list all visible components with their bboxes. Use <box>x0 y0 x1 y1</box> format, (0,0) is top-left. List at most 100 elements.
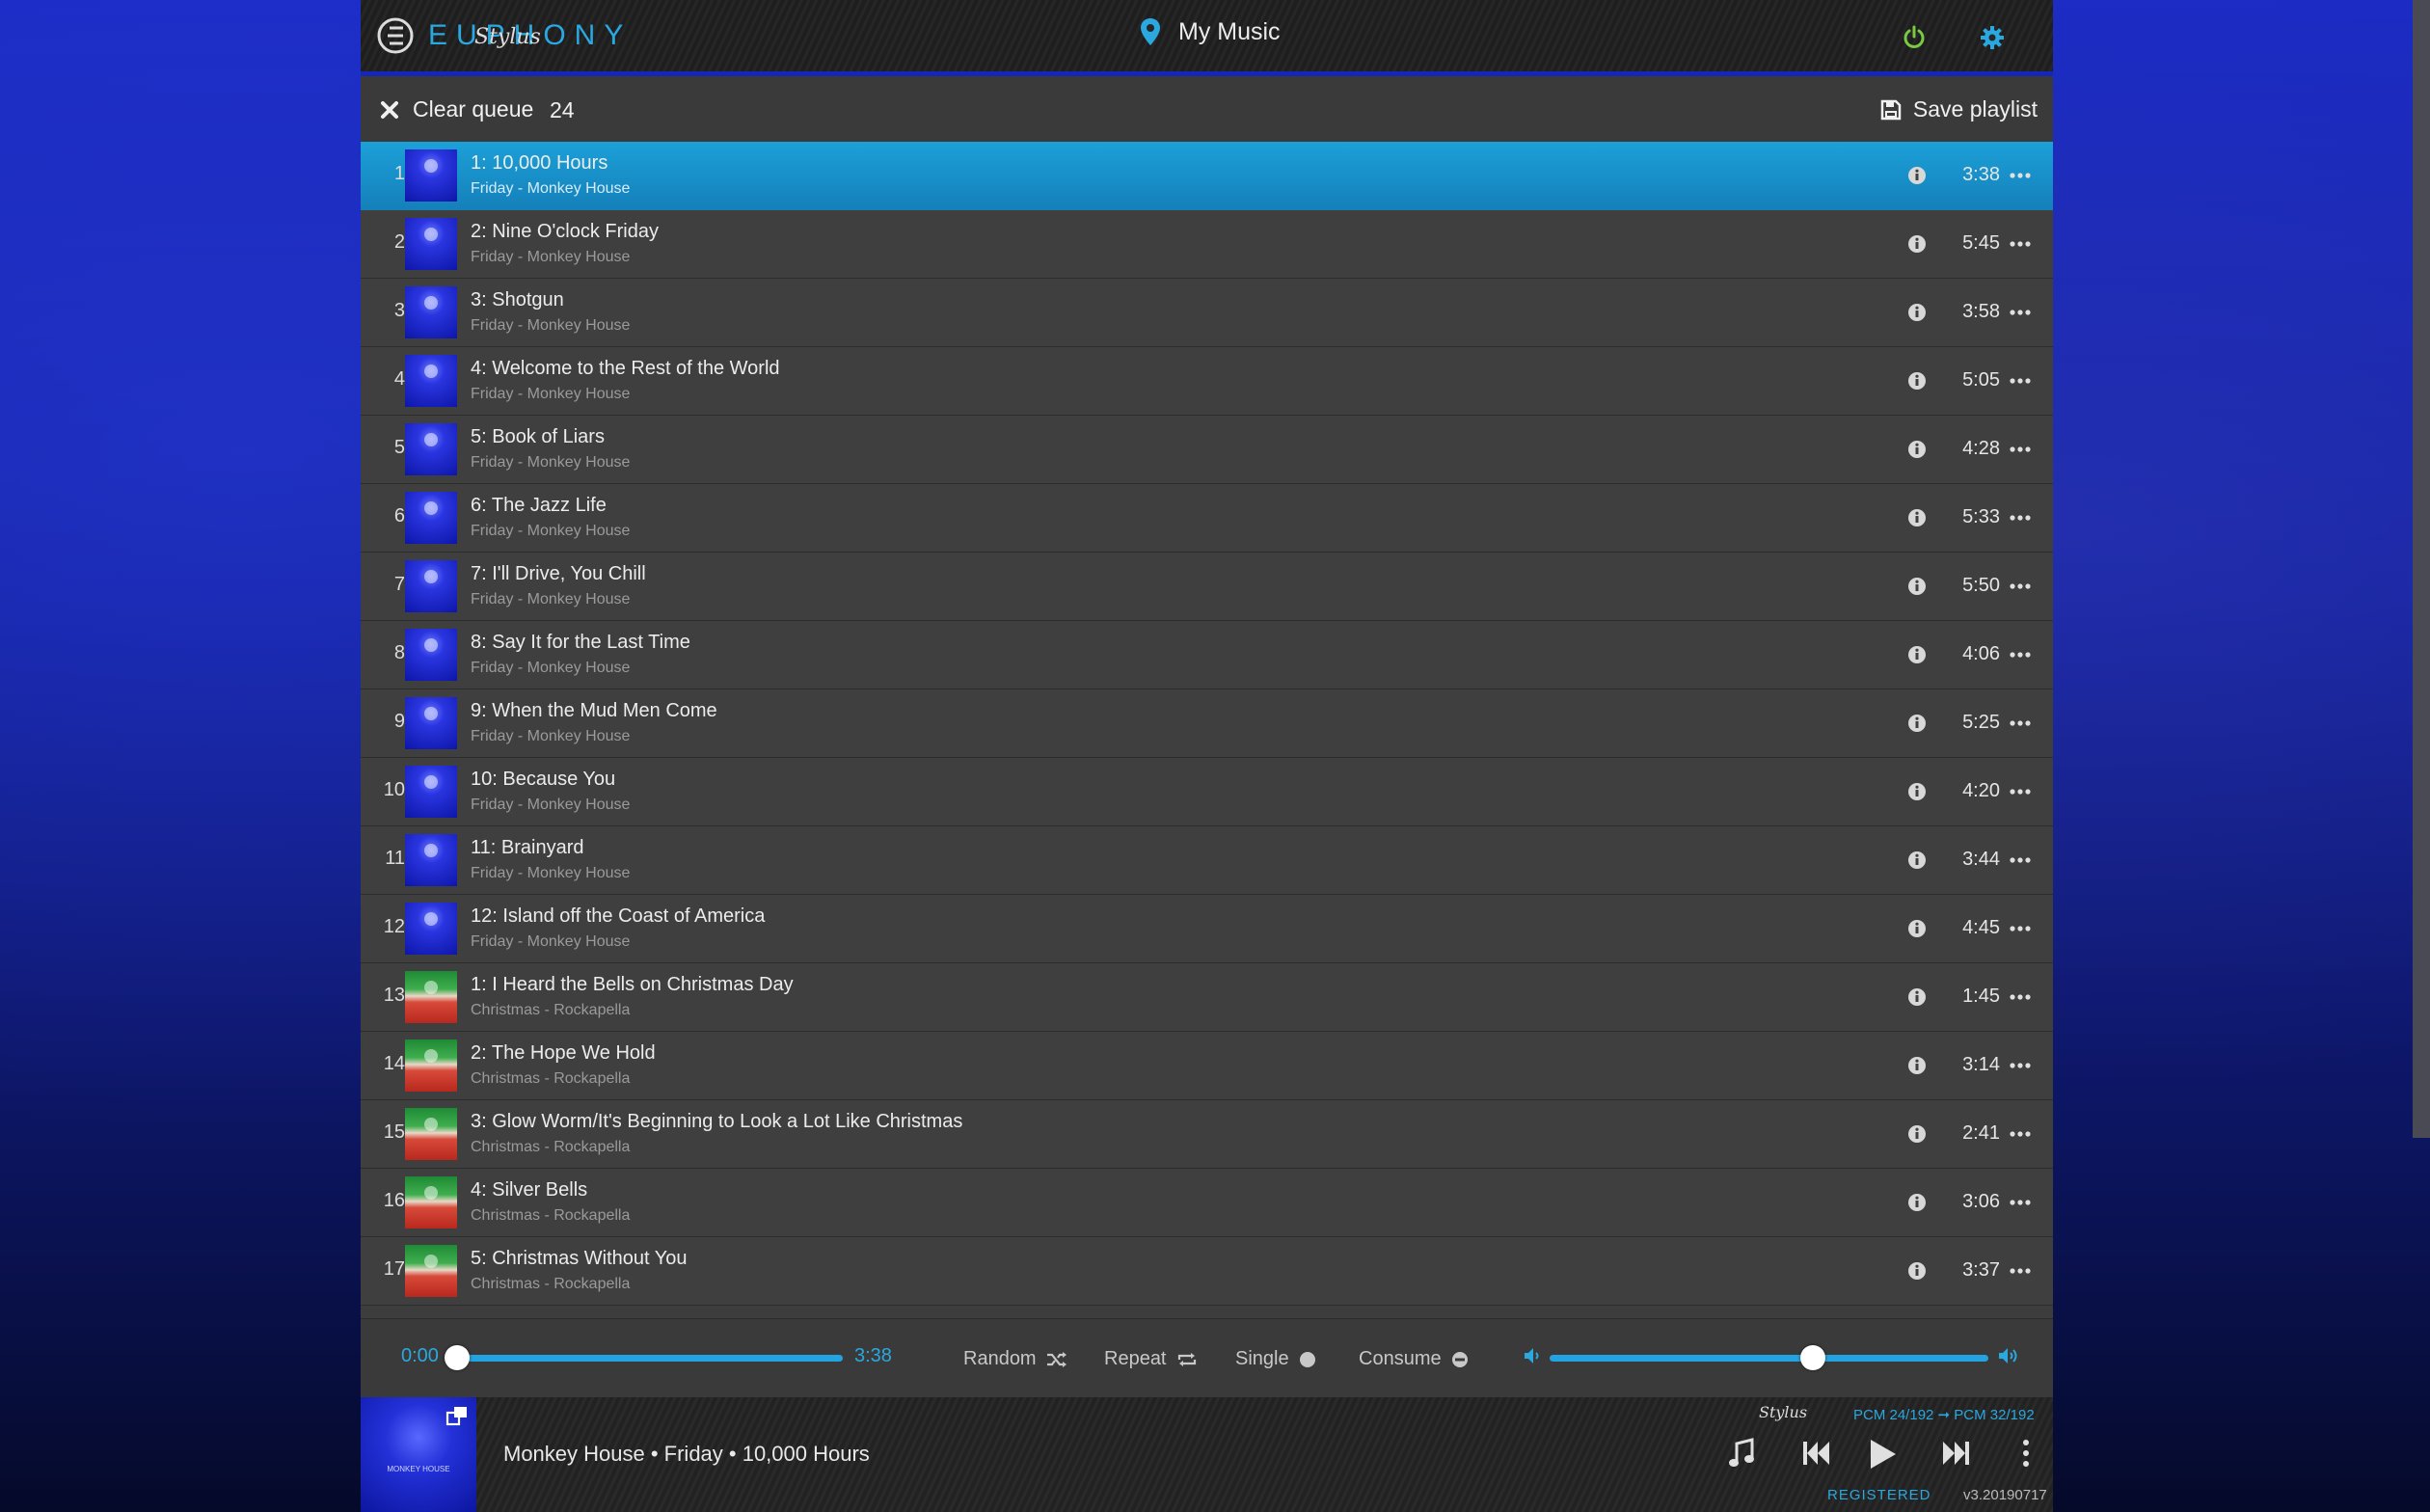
queue-row[interactable]: 7 7: I'll Drive, You Chill Friday - Monkey… <box>361 553 2053 621</box>
volume-low-icon[interactable] <box>1523 1345 1544 1366</box>
track-subtitle: Christmas - Rockapella <box>471 1139 631 1155</box>
queue-row[interactable]: 17 5: Christmas Without You Christmas - Ro… <box>361 1237 2053 1306</box>
queue-row[interactable]: 16 4: Silver Bells Christmas - Rockapella 3… <box>361 1169 2053 1237</box>
album-art <box>405 1176 457 1228</box>
random-toggle[interactable]: Random <box>963 1348 1067 1370</box>
row-number: 14 <box>383 1053 405 1074</box>
consume-toggle[interactable]: Consume <box>1359 1348 1469 1370</box>
row-number: 17 <box>383 1258 405 1280</box>
more-icon[interactable] <box>2010 856 2031 864</box>
info-icon[interactable] <box>1907 645 1927 664</box>
album-art <box>405 903 457 955</box>
kebab-icon[interactable] <box>2021 1438 2031 1469</box>
location-label: My Music <box>1178 17 1281 45</box>
queue-row[interactable]: 14 2: The Hope We Hold Christmas - Rockape… <box>361 1032 2053 1100</box>
queue-row[interactable]: 12 12: Island off the Coast of America Fri… <box>361 895 2053 963</box>
more-icon[interactable] <box>2010 1062 2031 1069</box>
queue-row[interactable]: 15 3: Glow Worm/It's Beginning to Look a … <box>361 1100 2053 1169</box>
track-subtitle: Friday - Monkey House <box>471 728 631 744</box>
row-number: 6 <box>393 505 405 526</box>
version-label: v3.20190717 <box>1963 1487 2047 1503</box>
more-icon[interactable] <box>2010 1267 2031 1275</box>
more-icon[interactable] <box>2010 651 2031 659</box>
queue-count: 24 <box>550 97 575 122</box>
more-icon[interactable] <box>2010 925 2031 932</box>
info-icon[interactable] <box>1907 577 1927 596</box>
more-icon[interactable] <box>2010 993 2031 1001</box>
queue-row[interactable]: 2 2: Nine O'clock Friday Friday - Monkey H… <box>361 210 2053 279</box>
info-icon[interactable] <box>1907 919 1927 938</box>
volume-bar[interactable] <box>1550 1355 1988 1362</box>
track-duration: 3:58 <box>1962 301 2000 322</box>
save-playlist-button[interactable]: Save playlist <box>1880 96 2038 122</box>
repeat-toggle[interactable]: Repeat <box>1104 1348 1198 1370</box>
play-icon[interactable] <box>1867 1438 1898 1471</box>
info-icon[interactable] <box>1907 303 1927 322</box>
row-number: 12 <box>383 916 405 937</box>
volume-handle[interactable] <box>1800 1345 1825 1370</box>
album-art <box>405 149 457 202</box>
next-icon[interactable] <box>1941 1438 1972 1469</box>
info-icon[interactable] <box>1907 371 1927 391</box>
track-duration: 4:06 <box>1962 643 2000 664</box>
info-icon[interactable] <box>1907 1056 1927 1075</box>
more-icon[interactable] <box>2010 1130 2031 1138</box>
info-icon[interactable] <box>1907 166 1927 185</box>
queue-row[interactable]: 1 1: 10,000 Hours Friday - Monkey House 3:3… <box>361 142 2053 210</box>
album-art <box>405 492 457 544</box>
more-icon[interactable] <box>2010 719 2031 727</box>
queue-row[interactable]: 9 9: When the Mud Men Come Friday - Monkey… <box>361 689 2053 758</box>
info-icon[interactable] <box>1907 508 1927 527</box>
more-icon[interactable] <box>2010 788 2031 796</box>
info-icon[interactable] <box>1907 234 1927 254</box>
queue-row[interactable]: 11 11: Brainyard Friday - Monkey House 3:44 <box>361 826 2053 895</box>
volume-high-icon[interactable] <box>1997 1345 2020 1366</box>
more-icon[interactable] <box>2010 514 2031 522</box>
seek-bar[interactable] <box>457 1355 843 1362</box>
track-subtitle: Christmas - Rockapella <box>471 1276 631 1292</box>
more-icon[interactable] <box>2010 240 2031 248</box>
more-icon[interactable] <box>2010 309 2031 316</box>
queue-row[interactable]: 4 4: Welcome to the Rest of the World Frid… <box>361 347 2053 416</box>
more-icon[interactable] <box>2010 446 2031 453</box>
row-number: 5 <box>393 437 405 458</box>
track-duration: 5:50 <box>1962 575 2000 596</box>
track-title: 12: Island off the Coast of America <box>471 905 766 927</box>
info-icon[interactable] <box>1907 987 1927 1007</box>
page-scrollbar[interactable] <box>2413 0 2430 1138</box>
seek-handle[interactable] <box>445 1345 470 1370</box>
close-icon <box>381 100 398 119</box>
queue-list[interactable]: 1 1: 10,000 Hours Friday - Monkey House 3:3… <box>361 142 2053 1318</box>
info-icon[interactable] <box>1907 714 1927 733</box>
queue-row[interactable]: 3 3: Shotgun Friday - Monkey House 3:58 <box>361 279 2053 347</box>
logo-script: Stylus <box>474 25 541 49</box>
more-icon[interactable] <box>2010 172 2031 179</box>
now-playing-cover[interactable]: MONKEY HOUSE <box>361 1397 476 1512</box>
info-icon[interactable] <box>1907 1261 1927 1281</box>
player-controls: 0:00 3:38 Random Repeat Single Consume <box>361 1318 2053 1398</box>
info-icon[interactable] <box>1907 782 1927 801</box>
queue-row[interactable]: 10 10: Because You Friday - Monkey House 4:… <box>361 758 2053 826</box>
more-icon[interactable] <box>2010 1199 2031 1206</box>
info-icon[interactable] <box>1907 850 1927 870</box>
gear-icon[interactable] <box>1980 25 2005 50</box>
info-icon[interactable] <box>1907 1193 1927 1212</box>
music-note-icon[interactable] <box>1728 1438 1757 1471</box>
location-link[interactable]: My Music <box>1140 17 1281 46</box>
queue-row[interactable]: 5 5: Book of Liars Friday - Monkey House 4:… <box>361 416 2053 484</box>
more-icon[interactable] <box>2010 377 2031 385</box>
more-icon[interactable] <box>2010 582 2031 590</box>
single-toggle[interactable]: Single <box>1235 1348 1316 1370</box>
info-icon[interactable] <box>1907 1124 1927 1144</box>
queue-row[interactable]: 13 1: I Heard the Bells on Christmas Day C… <box>361 963 2053 1032</box>
info-icon[interactable] <box>1907 440 1927 459</box>
clear-queue-button[interactable]: Clear queue <box>380 96 533 122</box>
queue-row[interactable]: 8 8: Say It for the Last Time Friday - Mon… <box>361 621 2053 689</box>
queue-row[interactable]: 6 6: The Jazz Life Friday - Monkey House 5:… <box>361 484 2053 553</box>
consume-icon <box>1451 1351 1468 1367</box>
power-icon[interactable] <box>1902 25 1927 50</box>
prev-icon[interactable] <box>1800 1438 1831 1469</box>
track-duration: 3:14 <box>1962 1054 2000 1075</box>
row-number: 16 <box>383 1190 405 1211</box>
expand-icon[interactable] <box>446 1405 469 1426</box>
